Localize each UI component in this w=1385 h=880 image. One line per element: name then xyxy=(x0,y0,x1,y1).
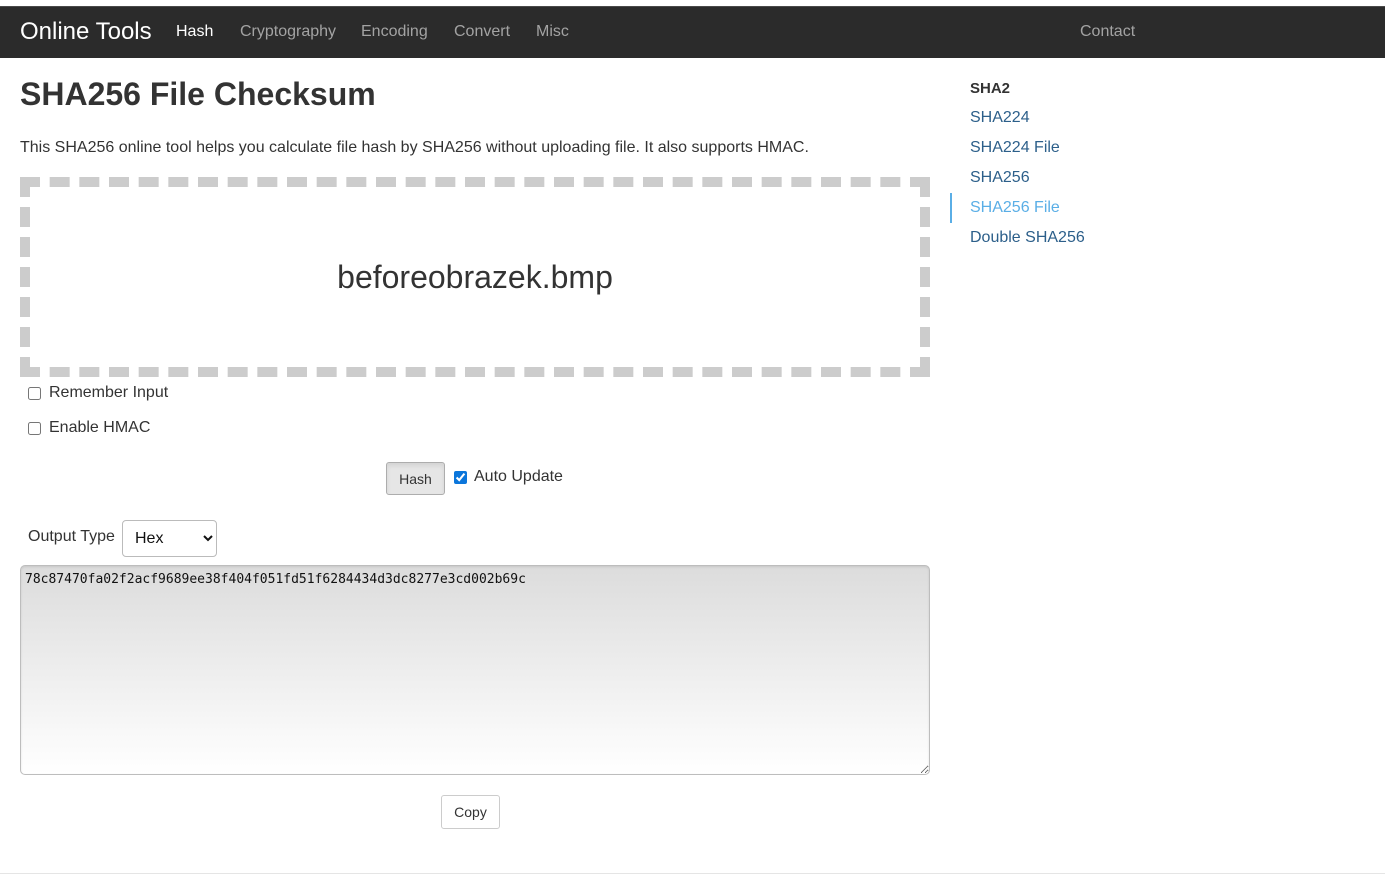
dropzone-filename: beforeobrazek.bmp xyxy=(337,258,613,295)
sidebar-item-sha256-file[interactable]: SHA256 File xyxy=(950,193,1200,223)
copy-button[interactable]: Copy xyxy=(441,795,500,829)
nav-item-cryptography[interactable]: Cryptography xyxy=(240,23,336,41)
brand-logo-link[interactable]: Online Tools xyxy=(20,18,152,46)
hash-output-textarea[interactable]: 78c87470fa02f2acf9689ee38f404f051fd51f62… xyxy=(20,565,930,775)
page-description: This SHA256 online tool helps you calcul… xyxy=(20,139,809,156)
output-type-select[interactable]: Hex xyxy=(122,520,217,557)
file-dropzone[interactable]: beforeobrazek.bmp xyxy=(20,177,930,377)
sidebar-item-sha224-file[interactable]: SHA224 File xyxy=(950,133,1200,163)
top-navbar: Online Tools Hash Cryptography Encoding … xyxy=(0,6,1385,58)
output-type-label: Output Type xyxy=(28,528,115,545)
page-title: SHA256 File Checksum xyxy=(20,76,376,112)
sidebar-item-sha256[interactable]: SHA256 xyxy=(950,163,1200,193)
remember-input-option[interactable]: Remember Input xyxy=(28,384,168,402)
nav-item-contact[interactable]: Contact xyxy=(1080,23,1135,41)
remember-input-label: Remember Input xyxy=(49,384,169,401)
auto-update-label: Auto Update xyxy=(474,468,563,485)
enable-hmac-label: Enable HMAC xyxy=(49,419,151,436)
auto-update-checkbox[interactable] xyxy=(454,470,467,484)
enable-hmac-option[interactable]: Enable HMAC xyxy=(28,419,150,437)
nav-item-convert[interactable]: Convert xyxy=(454,23,510,41)
nav-item-misc[interactable]: Misc xyxy=(536,23,569,41)
remember-input-checkbox[interactable] xyxy=(28,386,41,400)
enable-hmac-checkbox[interactable] xyxy=(28,421,41,435)
hash-button[interactable]: Hash xyxy=(386,462,445,495)
auto-update-option[interactable]: Auto Update xyxy=(454,468,563,486)
nav-item-encoding[interactable]: Encoding xyxy=(361,23,428,41)
nav-item-hash[interactable]: Hash xyxy=(176,23,213,41)
sidebar-item-sha224[interactable]: SHA224 xyxy=(950,103,1200,133)
sidebar-heading: SHA2 xyxy=(970,80,1011,97)
footer-divider xyxy=(0,873,1385,874)
sidebar-item-double-sha256[interactable]: Double SHA256 xyxy=(950,223,1200,253)
